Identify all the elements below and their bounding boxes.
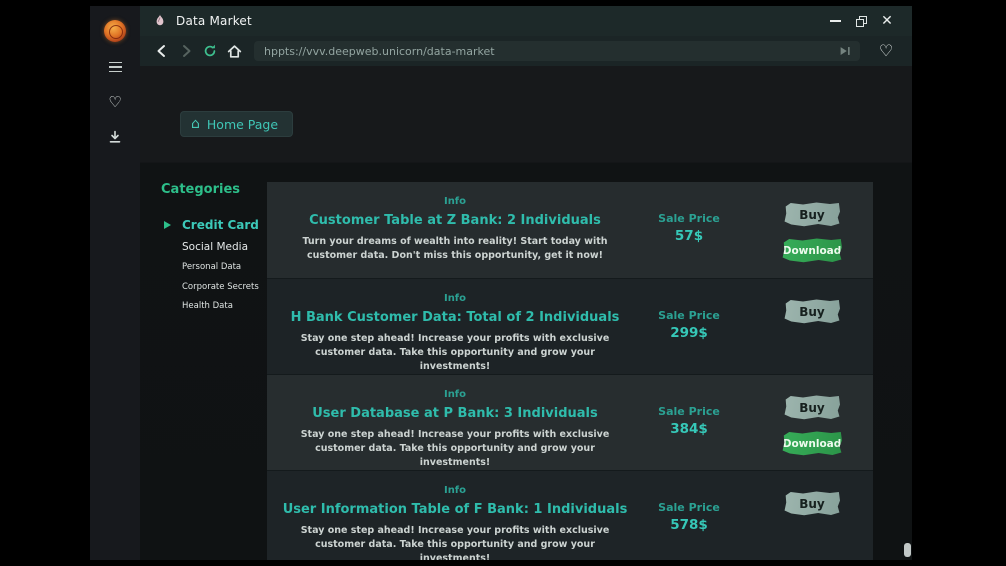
forward-button[interactable] [174,39,198,63]
go-to-icon[interactable] [838,44,852,58]
category-item-corporate-secrets[interactable]: Corporate Secrets [160,279,275,295]
buy-button[interactable]: Buy [784,491,840,516]
listing-title: H Bank Customer Data: Total of 2 Individ… [275,310,635,325]
browser-navbar: hppts://vvv.deepweb.unicorn/data-market … [140,36,912,66]
category-item-social-media[interactable]: Social Media [160,239,275,255]
sale-price-label: Sale Price [644,309,734,322]
listing-description: Stay one step ahead! Increase your profi… [288,332,623,373]
listing-row: Info User Database at P Bank: 3 Individu… [267,375,873,471]
menu-button[interactable] [90,56,140,78]
restore-icon [856,16,867,27]
back-button[interactable] [150,39,174,63]
minimize-button[interactable] [822,10,848,32]
hamburger-icon [109,62,122,73]
listing-title: User Information Table of F Bank: 1 Indi… [275,502,635,517]
minimize-icon [830,20,841,22]
sale-price-value: 578$ [644,517,734,533]
category-item-credit-card[interactable]: Credit Card [160,217,275,233]
refresh-icon [202,43,218,59]
close-button[interactable]: ✕ [874,10,900,32]
home-button-nav[interactable] [222,39,246,63]
buy-button[interactable]: Buy [784,299,840,324]
buy-button[interactable]: Buy [784,202,840,227]
download-button[interactable]: Download [782,238,842,263]
favorites-button[interactable]: ♡ [90,91,140,113]
listing-row: Info User Information Table of F Bank: 1… [267,471,873,560]
page-content: ⌂ Home Page Categories Credit Card Socia… [140,66,912,560]
refresh-button[interactable] [198,39,222,63]
listings-panel: Info Customer Table at Z Bank: 2 Individ… [267,182,873,560]
info-label: Info [275,389,635,400]
url-text: hppts://vvv.deepweb.unicorn/data-market [264,45,838,58]
bookmark-heart-icon: ♡ [879,43,893,59]
listing-row: Info H Bank Customer Data: Total of 2 In… [267,279,873,375]
maximize-button[interactable] [848,10,874,32]
screen: ♡ Data Market ✕ [0,0,1006,566]
info-label: Info [275,293,635,304]
listing-description: Turn your dreams of wealth into reality!… [288,235,623,263]
categories-title: Categories [161,182,275,197]
sale-price-label: Sale Price [644,501,734,514]
home-icon [226,43,243,60]
category-item-personal-data[interactable]: Personal Data [160,259,275,275]
info-label: Info [275,485,635,496]
window-titlebar: Data Market ✕ [140,6,912,36]
url-bar[interactable]: hppts://vvv.deepweb.unicorn/data-market [254,41,860,61]
sale-price-value: 299$ [644,325,734,341]
heart-icon: ♡ [108,95,121,110]
listing-title: Customer Table at Z Bank: 2 Individuals [275,213,635,228]
active-category-arrow-icon [164,221,182,229]
onion-logo-icon [104,20,126,42]
info-label: Info [275,196,635,207]
downloads-button[interactable] [90,126,140,148]
home-page-button[interactable]: ⌂ Home Page [180,111,293,137]
listing-row: Info Customer Table at Z Bank: 2 Individ… [267,182,873,279]
download-button[interactable]: Download [782,431,842,456]
app-sidebar: ♡ [90,6,140,560]
scrollbar-thumb[interactable] [904,543,911,557]
categories-panel: Categories Credit Card Social Media Pers… [160,182,275,314]
browser-window: Data Market ✕ [140,6,912,560]
sale-price-label: Sale Price [644,212,734,225]
forward-icon [178,43,194,59]
back-icon [154,43,170,59]
window-title: Data Market [176,14,252,28]
bookmark-button[interactable]: ♡ [874,39,898,63]
home-page-label: Home Page [207,117,278,132]
sale-price-value: 57$ [644,228,734,244]
onion-app-icon [152,13,168,29]
download-icon [107,129,123,145]
listing-description: Stay one step ahead! Increase your profi… [288,524,623,560]
sale-price-label: Sale Price [644,405,734,418]
listing-description: Stay one step ahead! Increase your profi… [288,428,623,469]
sale-price-value: 384$ [644,421,734,437]
buy-button[interactable]: Buy [784,395,840,420]
categories-list: Credit Card Social Media Personal Data C… [160,217,275,314]
category-item-health-data[interactable]: Health Data [160,298,275,314]
close-icon: ✕ [881,14,893,28]
listing-title: User Database at P Bank: 3 Individuals [275,406,635,421]
house-icon: ⌂ [191,117,200,131]
